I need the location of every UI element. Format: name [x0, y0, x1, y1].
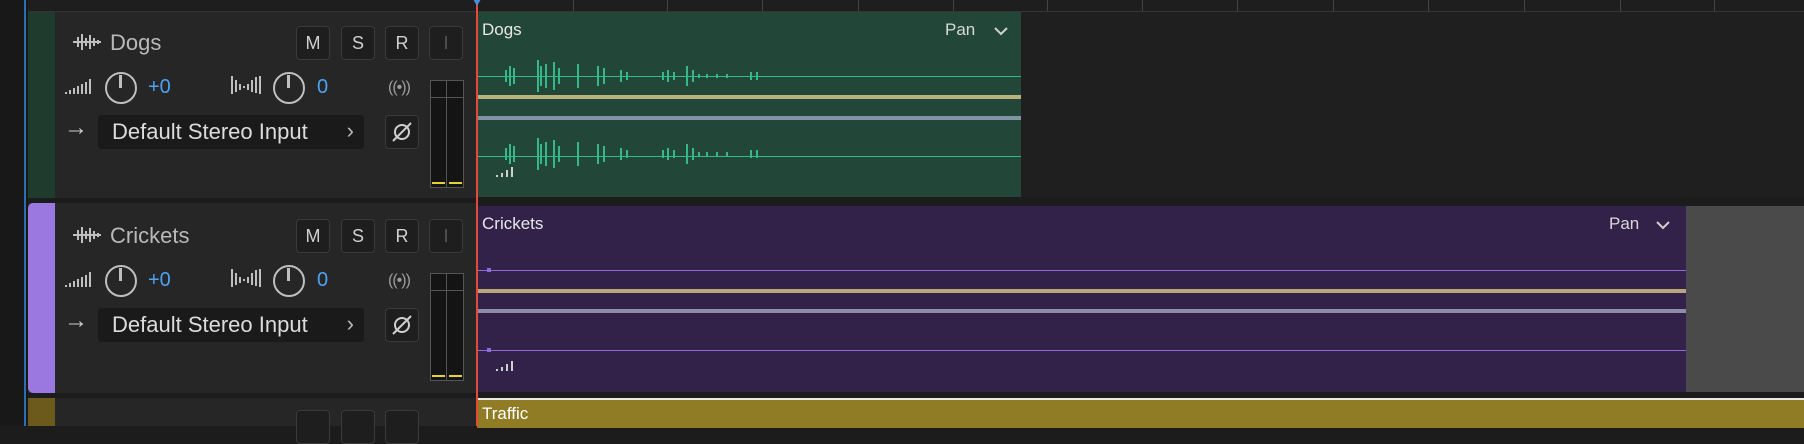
phase-invert-button[interactable]	[385, 115, 419, 149]
phase-invert-icon	[392, 122, 412, 142]
waveform-right-baseline	[477, 350, 1686, 351]
chevron-down-icon[interactable]	[993, 26, 1009, 36]
input-label: Default Stereo Input	[112, 312, 308, 337]
clip-pan-label[interactable]: Pan	[945, 20, 975, 40]
clip-crickets[interactable]: Crickets Pan	[477, 206, 1686, 392]
signal-bars-icon	[496, 361, 513, 371]
clip-name: Traffic	[482, 404, 529, 423]
track-color-strip	[28, 398, 55, 426]
empty-lane-dogs[interactable]	[1021, 12, 1804, 197]
level-meter	[430, 80, 464, 188]
input-monitor-button[interactable]: I	[429, 26, 463, 60]
broadcast-icon[interactable]: ((•))	[388, 272, 411, 290]
volume-value[interactable]: +0	[148, 269, 171, 292]
waveform-icon	[73, 227, 101, 243]
volume-icon	[65, 79, 91, 94]
track-header-crickets[interactable]: Crickets M S R I +0 0 ((•)) → Default St…	[28, 203, 476, 393]
waveform-icon	[73, 34, 101, 50]
track-name[interactable]: Crickets	[110, 223, 189, 249]
clip-traffic[interactable]: Traffic	[477, 398, 1804, 428]
chevron-right-icon: ›	[346, 118, 354, 143]
broadcast-icon[interactable]: ((•))	[388, 79, 411, 97]
clip-dogs[interactable]: Dogs Pan	[477, 12, 1021, 197]
phase-invert-icon	[392, 315, 412, 335]
clip-name: Dogs	[482, 20, 522, 39]
track-color-strip	[28, 12, 55, 198]
solo-button[interactable]: S	[341, 26, 375, 60]
chevron-down-icon[interactable]	[1655, 220, 1671, 230]
record-arm-button[interactable]: R	[385, 219, 419, 253]
pan-envelope[interactable]	[477, 309, 1686, 313]
arrow-right-icon: →	[64, 114, 88, 141]
clip-pan-label[interactable]: Pan	[1609, 214, 1639, 234]
waveform	[505, 60, 758, 170]
mute-button[interactable]: M	[296, 219, 330, 253]
volume-value[interactable]: +0	[148, 76, 171, 99]
track-header-dogs[interactable]: Dogs M S R I +0 0 ((•)) → Default Stereo…	[28, 12, 476, 198]
pan-value[interactable]: 0	[317, 269, 328, 292]
phase-invert-button[interactable]	[385, 308, 419, 342]
solo-button[interactable]: S	[341, 219, 375, 253]
arrow-right-icon: →	[64, 307, 88, 334]
record-arm-button[interactable]	[385, 410, 419, 444]
selection-region[interactable]	[1686, 206, 1804, 392]
waveform-marker	[487, 268, 491, 272]
input-selector[interactable]: Default Stereo Input ›	[98, 115, 364, 149]
pan-value[interactable]: 0	[317, 76, 328, 99]
input-selector[interactable]: Default Stereo Input ›	[98, 308, 364, 342]
playhead[interactable]	[476, 0, 478, 426]
solo-button[interactable]	[341, 410, 375, 444]
waveform-left-baseline	[477, 270, 1686, 271]
volume-icon	[65, 272, 91, 287]
waveform-marker	[487, 348, 491, 352]
signal-bars-icon	[496, 167, 513, 177]
volume-knob[interactable]	[105, 72, 137, 104]
left-edge-line	[24, 0, 26, 426]
track-color-strip	[28, 203, 55, 393]
record-arm-button[interactable]: R	[385, 26, 419, 60]
mute-button[interactable]: M	[296, 26, 330, 60]
input-label: Default Stereo Input	[112, 119, 308, 144]
pan-icon	[231, 269, 261, 287]
track-header-3[interactable]	[28, 398, 476, 444]
clip-name: Crickets	[482, 214, 544, 233]
pan-knob[interactable]	[273, 72, 305, 104]
timeline-ruler[interactable]	[0, 0, 1804, 12]
volume-knob[interactable]	[105, 265, 137, 297]
input-monitor-button[interactable]: I	[429, 219, 463, 253]
pan-knob[interactable]	[273, 265, 305, 297]
chevron-right-icon: ›	[346, 311, 354, 336]
mute-button[interactable]	[296, 410, 330, 444]
level-meter	[430, 273, 464, 381]
track-name[interactable]: Dogs	[110, 30, 161, 56]
pan-icon	[231, 76, 261, 94]
playhead-handle[interactable]	[469, 0, 485, 6]
volume-envelope[interactable]	[477, 289, 1686, 293]
